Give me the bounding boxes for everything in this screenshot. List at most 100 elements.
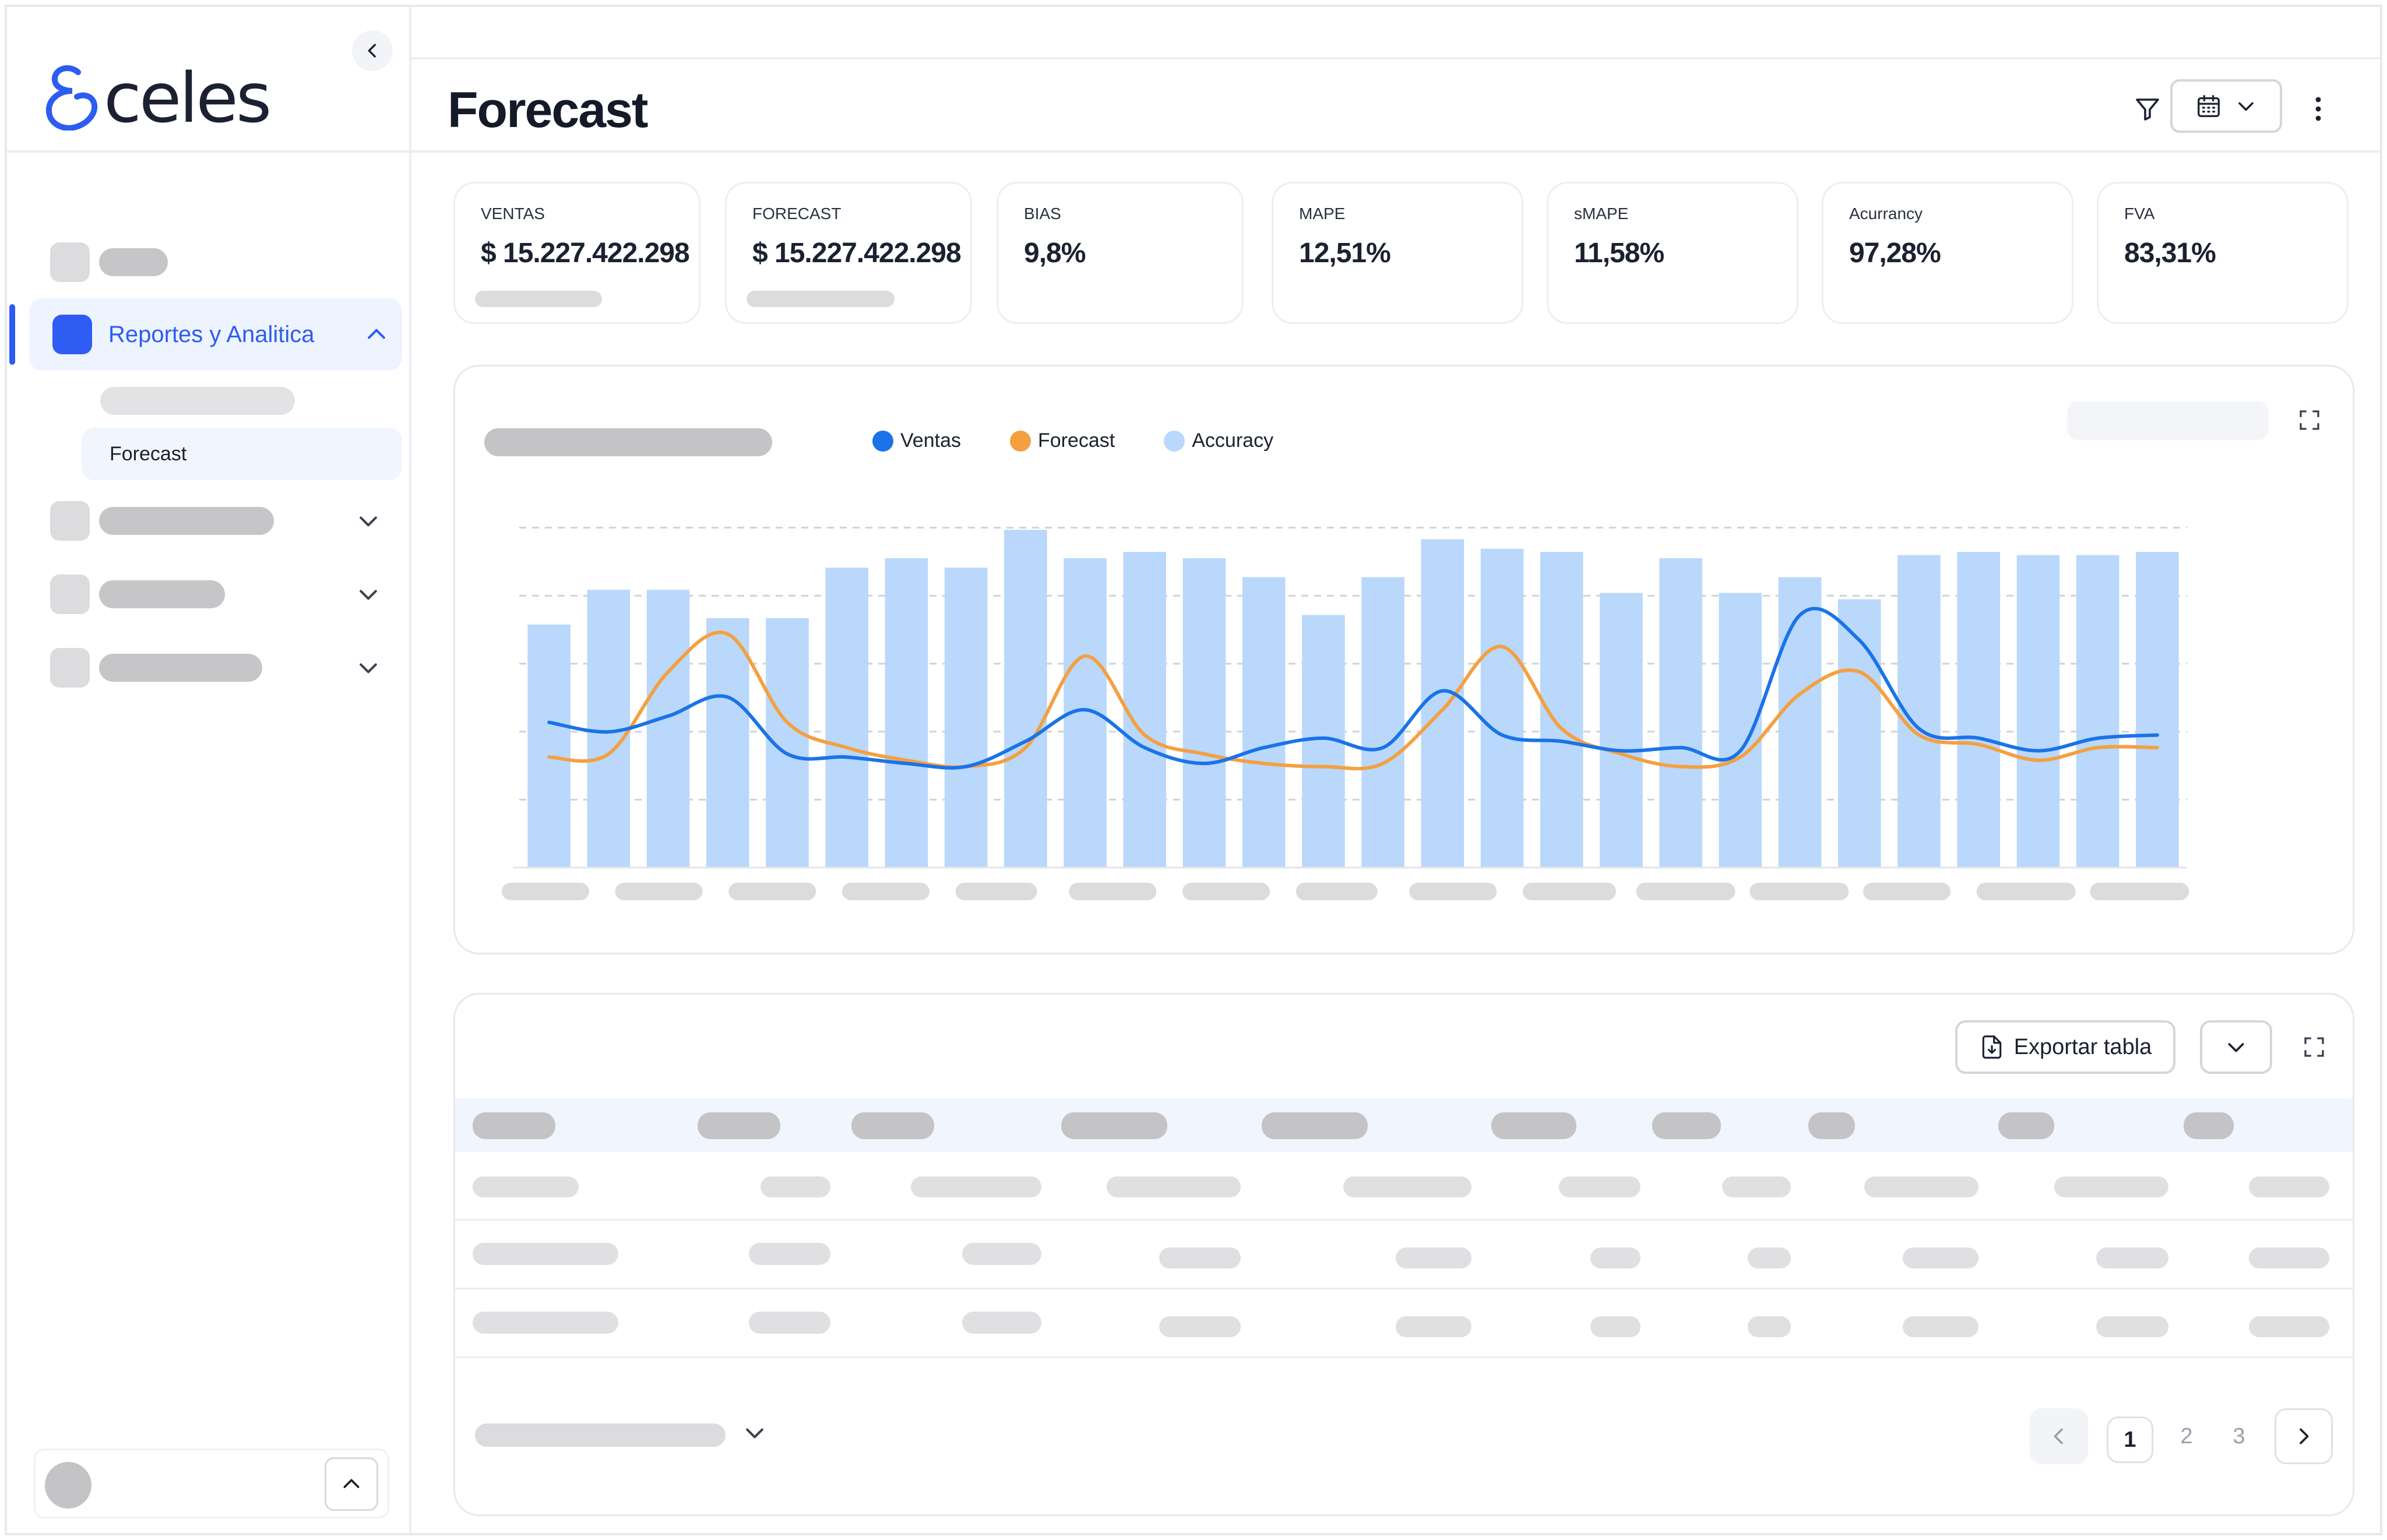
bar <box>1421 539 1464 868</box>
kpi-label: BIAS <box>1024 205 1061 223</box>
x-tick-label-placeholder <box>1182 883 1270 900</box>
chevron-down-icon <box>2228 1043 2244 1052</box>
bar <box>885 558 928 868</box>
prev-page-button[interactable] <box>2030 1408 2088 1464</box>
header-cell-placeholder[interactable] <box>1998 1112 2054 1139</box>
chevron-up-icon[interactable] <box>359 317 394 352</box>
more-options-button[interactable] <box>2307 89 2330 129</box>
kpi-value: 83,31% <box>2124 238 2216 269</box>
sidebar-item-placeholder-4[interactable] <box>50 648 262 688</box>
rows-per-page-placeholder[interactable] <box>475 1423 726 1447</box>
page-button-2[interactable]: 2 <box>2166 1408 2207 1464</box>
header-cell-placeholder[interactable] <box>851 1112 934 1139</box>
sidebar-item-reportes[interactable]: Reportes y Analitica <box>29 298 402 371</box>
cell-placeholder <box>761 1176 830 1197</box>
kpi-placeholder <box>747 291 895 307</box>
expand-table-button[interactable] <box>2298 1031 2330 1063</box>
sidebar-subitem-label: Forecast <box>110 442 187 465</box>
user-menu <box>34 1449 389 1518</box>
vertical-dots-icon <box>2315 97 2321 121</box>
table-row[interactable] <box>455 1221 2353 1289</box>
kpi-label: FVA <box>2124 205 2155 223</box>
header-cell-placeholder[interactable] <box>473 1112 555 1139</box>
bar <box>2136 552 2179 868</box>
cell-placeholder <box>962 1312 1041 1334</box>
cell-placeholder <box>2249 1176 2329 1197</box>
cell-placeholder <box>749 1243 830 1265</box>
user-menu-toggle-button[interactable] <box>325 1457 378 1511</box>
chart-canvas <box>502 527 2189 900</box>
x-tick-label-placeholder <box>1749 883 1849 900</box>
cell-placeholder <box>1559 1176 1640 1197</box>
chevron-down-icon[interactable] <box>351 650 386 685</box>
cell-placeholder <box>2096 1316 2168 1337</box>
table-row[interactable] <box>455 1289 2353 1358</box>
kpi-value: 12,51% <box>1299 238 1391 269</box>
header-cell-placeholder[interactable] <box>1061 1112 1167 1139</box>
table-row[interactable] <box>455 1152 2353 1221</box>
date-picker-button[interactable] <box>2170 79 2282 133</box>
rows-per-page-chevron[interactable] <box>737 1415 772 1450</box>
sidebar-subitem-forecast[interactable]: Forecast <box>82 428 402 480</box>
kpi-card-accuracy: Acurrancy 97,28% <box>1822 182 2073 324</box>
bar <box>646 590 690 868</box>
x-tick-label-placeholder <box>502 883 589 900</box>
next-page-button[interactable] <box>2275 1408 2333 1464</box>
header-cell-placeholder[interactable] <box>698 1112 780 1139</box>
nav-icon-placeholder <box>50 242 90 282</box>
x-tick-label-placeholder <box>1863 883 1951 900</box>
expand-icon <box>2304 1037 2324 1057</box>
bar <box>1600 593 1643 868</box>
kpi-label: sMAPE <box>1574 205 1629 223</box>
x-tick-label-placeholder <box>1976 883 2076 900</box>
collapse-sidebar-button[interactable] <box>352 30 393 71</box>
active-indicator <box>9 304 15 365</box>
chevron-left-icon <box>368 44 376 58</box>
cell-placeholder <box>1396 1247 1471 1268</box>
cell-placeholder <box>1159 1316 1241 1337</box>
header-cell-placeholder[interactable] <box>1652 1112 1721 1139</box>
sub-item-placeholder[interactable] <box>100 387 295 415</box>
sidebar-item-placeholder-2[interactable] <box>50 501 274 541</box>
sidebar-item-label: Reportes y Analitica <box>108 321 315 347</box>
chevron-down-icon[interactable] <box>351 503 386 538</box>
kpi-label: VENTAS <box>481 205 545 223</box>
header-cell-placeholder[interactable] <box>1491 1112 1576 1139</box>
page-button-1[interactable]: 1 <box>2107 1416 2153 1463</box>
page-button-3[interactable]: 3 <box>2219 1408 2259 1464</box>
cell-placeholder <box>473 1243 618 1265</box>
kpi-card-smape: sMAPE 11,58% <box>1547 182 1798 324</box>
bar <box>2076 555 2120 868</box>
filter-button[interactable] <box>2127 89 2168 129</box>
chevron-down-icon[interactable] <box>351 577 386 612</box>
table-options-dropdown[interactable] <box>2200 1020 2272 1074</box>
x-tick-label-placeholder <box>2090 883 2189 900</box>
header-cell-placeholder[interactable] <box>2184 1112 2234 1139</box>
chevron-left-icon <box>2054 1428 2063 1444</box>
nav-icon-placeholder <box>50 501 90 541</box>
bar <box>1242 577 1286 868</box>
chevron-right-icon <box>2300 1428 2309 1444</box>
brand-logo[interactable]: celes <box>43 63 272 133</box>
cell-placeholder <box>2096 1247 2168 1268</box>
cell-placeholder <box>1590 1247 1640 1268</box>
chevron-up-icon <box>343 1479 360 1488</box>
cell-placeholder <box>2249 1316 2329 1337</box>
bar <box>1182 558 1226 868</box>
cell-placeholder <box>1722 1176 1791 1197</box>
nav-label-placeholder <box>99 580 225 608</box>
kpi-value: 97,28% <box>1849 238 1941 269</box>
sidebar-item-placeholder-1[interactable] <box>50 242 168 282</box>
kpi-value: $ 15.227.422.298 <box>481 238 690 269</box>
export-table-button[interactable]: Exportar tabla <box>1955 1020 2175 1074</box>
reportes-icon <box>52 315 92 354</box>
cell-placeholder <box>473 1176 579 1197</box>
cell-placeholder <box>2054 1176 2168 1197</box>
header-cell-placeholder[interactable] <box>1262 1112 1368 1139</box>
nav-icon-placeholder <box>50 648 90 688</box>
header-cell-placeholder[interactable] <box>1808 1112 1855 1139</box>
table-header <box>455 1098 2353 1152</box>
sidebar-item-placeholder-3[interactable] <box>50 575 225 614</box>
avatar[interactable] <box>45 1462 91 1509</box>
chevron-down-icon <box>746 1428 763 1439</box>
